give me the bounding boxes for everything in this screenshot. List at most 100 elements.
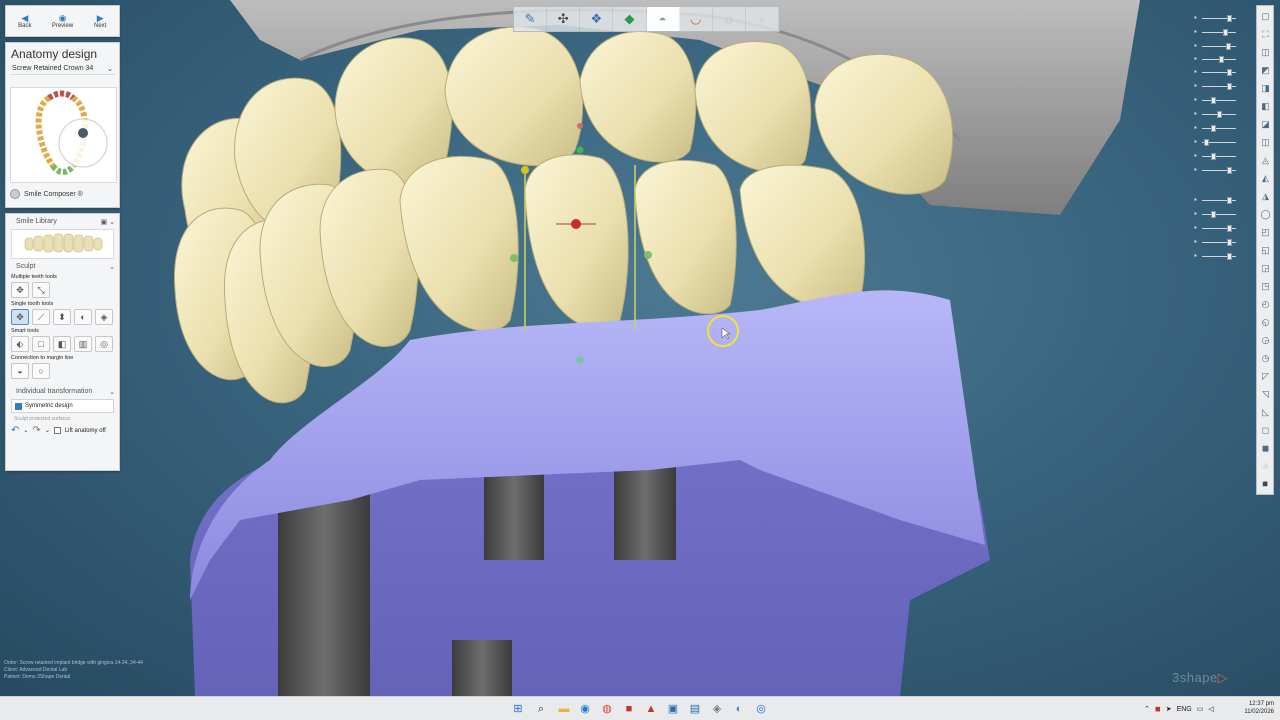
slider-knob[interactable] bbox=[1226, 253, 1232, 260]
chevron-up-icon[interactable]: ⌃ bbox=[1144, 705, 1150, 713]
slider-knob[interactable] bbox=[1218, 56, 1224, 63]
slider-knob[interactable] bbox=[1226, 167, 1232, 174]
smile-library-header[interactable]: Smile Library ▣ ⌄ bbox=[6, 216, 119, 227]
slider-knob[interactable] bbox=[1211, 125, 1216, 132]
ruler-icon[interactable]: ◶ bbox=[1259, 334, 1272, 347]
camera-icon[interactable]: ◸ bbox=[1259, 370, 1272, 383]
toolbar-pencil-button[interactable]: ✎ bbox=[514, 7, 548, 31]
wax-tool[interactable]: ⬍ bbox=[53, 309, 71, 325]
slider-knob[interactable] bbox=[1226, 83, 1232, 90]
toolbar-layers-button[interactable]: ❖ bbox=[580, 7, 614, 31]
slider-gum[interactable]: ▪ bbox=[1192, 40, 1240, 52]
margin-connect-tool[interactable]: ◒ bbox=[11, 363, 29, 379]
toolbar-expand-button[interactable]: ✣ bbox=[547, 7, 581, 31]
outlook-icon[interactable]: ▣ bbox=[665, 701, 681, 717]
transparency-icon[interactable]: ◳ bbox=[1259, 280, 1272, 293]
network-icon[interactable]: ▭ bbox=[1197, 705, 1204, 713]
slider-track[interactable] bbox=[1202, 156, 1236, 157]
screenshot-icon[interactable]: ◴ bbox=[1259, 298, 1272, 311]
tooth-arch-diagram[interactable] bbox=[11, 88, 118, 184]
view-bottom-icon[interactable]: ◫ bbox=[1259, 136, 1272, 149]
toolbar-tooth-button[interactable]: ◓ bbox=[646, 7, 680, 31]
smart-contact-tool[interactable]: ◧ bbox=[53, 336, 71, 352]
help-icon[interactable]: ◽ bbox=[1259, 460, 1272, 473]
single-move-tool[interactable]: ✥ bbox=[11, 309, 29, 325]
slider-knob[interactable] bbox=[1226, 15, 1232, 22]
tooth-tool[interactable]: ◐ bbox=[74, 309, 92, 325]
search-icon[interactable]: ⌕ bbox=[533, 701, 549, 717]
slider-implant[interactable]: ▪ bbox=[1192, 122, 1240, 134]
3d-viewport[interactable] bbox=[0, 0, 1280, 696]
dental-scene[interactable] bbox=[0, 0, 1280, 696]
slider-gray[interactable]: ▪ bbox=[1192, 236, 1240, 248]
support-icon[interactable]: ◎ bbox=[753, 701, 769, 717]
measure-icon[interactable]: ◯ bbox=[1259, 208, 1272, 221]
slider-abutment[interactable]: ▪ bbox=[1192, 208, 1240, 220]
section-icon[interactable]: ◭ bbox=[1259, 172, 1272, 185]
view-left-icon[interactable]: ◧ bbox=[1259, 100, 1272, 113]
next-button[interactable]: ▶ Next bbox=[81, 6, 119, 36]
smart-occlusion-tool[interactable]: ◎ bbox=[95, 336, 113, 352]
tooth-chart[interactable] bbox=[10, 87, 117, 183]
clock[interactable]: 12:37 pm 11/02/2026 bbox=[1236, 700, 1274, 716]
settings-icon[interactable]: ◷ bbox=[1259, 352, 1272, 365]
slider-green[interactable]: ▪ bbox=[1192, 222, 1240, 234]
slider-knob[interactable] bbox=[1211, 211, 1216, 218]
toolbar-tooth-outline-button[interactable]: ◌ bbox=[713, 7, 746, 31]
individual-transformation-header[interactable]: Individual transformation ⌄ bbox=[6, 386, 119, 397]
blank-view-icon[interactable]: ◾ bbox=[1259, 478, 1272, 491]
fit-view-icon[interactable]: ▢ bbox=[1259, 10, 1272, 23]
slider-margin[interactable]: ▪ bbox=[1192, 164, 1240, 176]
toolbar-gem-button[interactable]: ◆ bbox=[613, 7, 647, 31]
smart-adjust-tool[interactable]: ⬖ bbox=[11, 336, 29, 352]
margin-blank-tool[interactable]: ○ bbox=[32, 363, 50, 379]
volume-icon[interactable]: ◁ bbox=[1208, 705, 1213, 713]
undercut-icon[interactable]: ◲ bbox=[1259, 262, 1272, 275]
chrome-icon[interactable]: ◍ bbox=[599, 701, 615, 717]
app-tray-icon[interactable]: ◼ bbox=[1155, 705, 1161, 713]
fullscreen-icon[interactable]: ⛶ bbox=[1259, 28, 1272, 41]
multi-move-tool[interactable]: ✥ bbox=[11, 282, 29, 298]
lock-icon[interactable]: ◼ bbox=[1259, 442, 1272, 455]
chevron-down-icon[interactable]: ⌄ bbox=[23, 427, 28, 434]
slider-scan[interactable]: ▪ bbox=[1192, 80, 1240, 92]
view-front-icon[interactable]: ◫ bbox=[1259, 46, 1272, 59]
slider-track[interactable] bbox=[1202, 214, 1236, 215]
slider-track[interactable] bbox=[1202, 32, 1236, 33]
slider-knob[interactable] bbox=[1226, 69, 1232, 76]
slider-tooth-upper[interactable]: ▪ bbox=[1192, 12, 1240, 24]
multi-scale-tool[interactable]: ⤡ bbox=[32, 282, 50, 298]
occlusion-map-icon[interactable]: ◰ bbox=[1259, 226, 1272, 239]
slider-lower[interactable]: ▪ bbox=[1192, 94, 1240, 106]
smart-blank-tool[interactable]: □ bbox=[32, 336, 50, 352]
grid-icon[interactable]: ◵ bbox=[1259, 316, 1272, 329]
toolbar-smile-button[interactable]: ◡ bbox=[680, 7, 713, 31]
slider-screw[interactable]: ▪ bbox=[1192, 194, 1240, 206]
chevron-down-icon[interactable]: ⌄ bbox=[45, 427, 50, 434]
morph-tool[interactable]: ◈ bbox=[95, 309, 113, 325]
slider-gold-tooth[interactable]: ▪ bbox=[1192, 108, 1240, 120]
slider-knob[interactable] bbox=[1226, 239, 1232, 246]
back-button[interactable]: ◀ Back bbox=[6, 6, 44, 36]
app-red-icon[interactable]: ■ bbox=[621, 701, 637, 717]
redo-icon[interactable]: ↷ bbox=[32, 425, 40, 436]
view-right-icon[interactable]: ◨ bbox=[1259, 82, 1272, 95]
slider-knob[interactable] bbox=[1203, 139, 1209, 146]
lift-anatomy-checkbox[interactable] bbox=[53, 427, 61, 434]
toolbar-blank-button[interactable]: ▫ bbox=[746, 7, 779, 31]
slider-knob[interactable] bbox=[1211, 97, 1216, 104]
slider-knob[interactable] bbox=[1217, 111, 1222, 118]
preview-button[interactable]: ◉ Preview bbox=[44, 6, 82, 36]
slider-pen[interactable]: ▪ bbox=[1192, 250, 1240, 262]
smile-composer-row[interactable]: Smile Composer ® bbox=[10, 189, 83, 199]
slider-knob[interactable] bbox=[1211, 153, 1216, 160]
slider-jaw[interactable]: ▪ bbox=[1192, 26, 1240, 38]
slider-crown[interactable]: ▪ bbox=[1192, 136, 1240, 148]
smart-pontic-tool[interactable]: ▥ bbox=[74, 336, 92, 352]
send-icon[interactable]: ➤ bbox=[1166, 705, 1172, 713]
word-icon[interactable]: ▤ bbox=[687, 701, 703, 717]
pdf-icon[interactable]: ▲ bbox=[643, 701, 659, 717]
file-explorer-icon[interactable]: ▬ bbox=[556, 701, 572, 717]
slider-knob[interactable] bbox=[1226, 43, 1231, 50]
windows-start-icon[interactable]: ⊞ bbox=[510, 701, 526, 717]
